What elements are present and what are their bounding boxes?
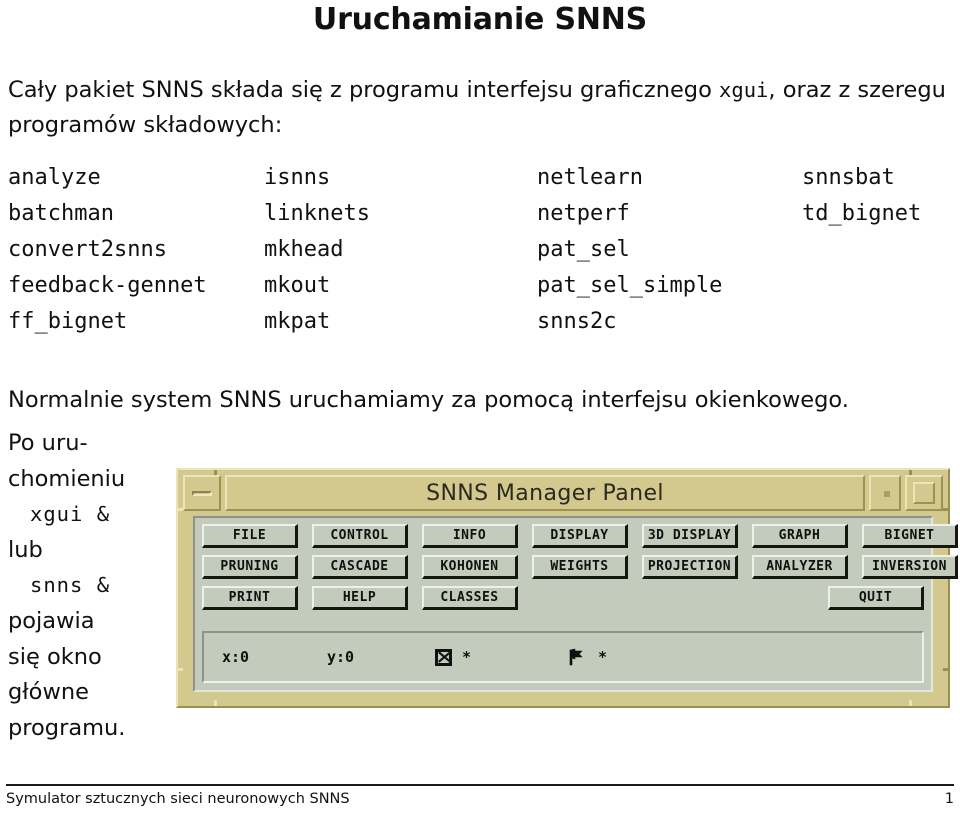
- program-name: td_bignet: [802, 201, 922, 226]
- resize-handle-bottom-left[interactable]: [214, 700, 217, 706]
- side-line: lub: [8, 536, 43, 563]
- resize-handle-left-bottom[interactable]: [178, 668, 183, 671]
- crossed-box-icon: [435, 648, 452, 666]
- maximize-button[interactable]: [905, 475, 943, 511]
- menu-button-projection[interactable]: PROJECTION: [642, 555, 738, 579]
- side-line: się okno: [8, 643, 102, 670]
- program-list: analyze isnns netlearn snnsbat batchman link…: [8, 160, 952, 340]
- program-name: pat_sel_simple: [537, 273, 723, 298]
- program-name: snnsbat: [802, 165, 895, 190]
- window-menu-indicator[interactable]: [869, 475, 901, 511]
- side-line-command-xgui: xgui &: [30, 502, 111, 527]
- side-line: chomieniu: [8, 465, 126, 492]
- snns-manager-panel-window: SNNS Manager Panel FILE CONTROL INFO DIS…: [176, 468, 958, 708]
- maximize-icon: [913, 482, 935, 504]
- flag-icon: [566, 647, 586, 667]
- program-name: mkpat: [264, 309, 331, 334]
- program-name: convert2snns: [8, 237, 167, 262]
- footer-left-text: Symulator sztucznych sieci neuronowych S…: [6, 791, 350, 807]
- menu-button-quit[interactable]: QUIT: [828, 586, 924, 610]
- status-y-coordinate: y:0: [327, 648, 355, 666]
- program-name: analyze: [8, 165, 101, 190]
- program-row: batchman linknets netperf td_bignet: [8, 196, 952, 232]
- side-line-command-snns: snns &: [30, 573, 111, 598]
- footer-divider: [6, 784, 954, 786]
- program-row: feedback-gennet mkout pat_sel_simple: [8, 268, 952, 304]
- menu-button-kohonen[interactable]: KOHONEN: [422, 555, 518, 579]
- program-row: analyze isnns netlearn snnsbat: [8, 160, 952, 196]
- program-name: mkhead: [264, 237, 344, 262]
- resize-handle-right-bottom[interactable]: [943, 668, 948, 671]
- side-line: główne: [8, 679, 89, 706]
- side-line: Po uru-: [8, 430, 88, 456]
- menu-button-3d-display[interactable]: 3D DISPLAY: [642, 524, 738, 548]
- program-name: feedback-gennet: [8, 273, 207, 298]
- program-name: isnns: [264, 165, 331, 190]
- program-name: mkout: [264, 273, 331, 298]
- program-name: netlearn: [537, 165, 643, 190]
- program-name: pat_sel: [537, 237, 630, 262]
- intro-text-part1: Cały pakiet SNNS składa się z programu i…: [8, 77, 720, 103]
- menu-row-2: PRUNING CASCADE KOHONEN WEIGHTS PROJECTI…: [202, 555, 958, 581]
- menu-button-print[interactable]: PRINT: [202, 586, 298, 610]
- menu-button-classes[interactable]: CLASSES: [422, 586, 518, 610]
- program-name: netperf: [537, 201, 630, 226]
- menu-button-display[interactable]: DISPLAY: [532, 524, 628, 548]
- program-row: ff_bignet mkpat snns2c: [8, 304, 952, 340]
- menu-button-weights[interactable]: WEIGHTS: [532, 555, 628, 579]
- menu-row-1: FILE CONTROL INFO DISPLAY 3D DISPLAY GRA…: [202, 524, 958, 550]
- menu-button-control[interactable]: CONTROL: [312, 524, 408, 548]
- minimize-button[interactable]: [183, 475, 221, 511]
- program-name: linknets: [264, 201, 370, 226]
- intro-paragraph: Cały pakiet SNNS składa się z programu i…: [8, 73, 952, 143]
- program-name: snns2c: [537, 309, 617, 334]
- window-titlebar: SNNS Manager Panel: [183, 475, 943, 511]
- menu-button-analyzer[interactable]: ANALYZER: [752, 555, 848, 579]
- status-star-1: *: [462, 648, 472, 666]
- program-name: ff_bignet: [8, 309, 128, 334]
- side-line: pojawia: [8, 607, 95, 634]
- program-name: batchman: [8, 201, 114, 226]
- menu-button-file[interactable]: FILE: [202, 524, 298, 548]
- page-title: Uruchamianie SNNS: [312, 2, 648, 37]
- intro-command-xgui: xgui: [719, 78, 769, 102]
- side-line: programu.: [8, 714, 126, 741]
- small-square-icon: [884, 491, 890, 497]
- resize-handle-bottom-right[interactable]: [909, 700, 912, 706]
- window-title: SNNS Manager Panel: [225, 475, 865, 511]
- program-row: convert2snns mkhead pat_sel: [8, 232, 952, 268]
- footer: Symulator sztucznych sieci neuronowych S…: [6, 791, 954, 807]
- menu-button-inversion[interactable]: INVERSION: [862, 555, 958, 579]
- menu-button-bignet[interactable]: BIGNET: [862, 524, 958, 548]
- side-column: Po uru- chomieniu xgui & lub snns & poja…: [8, 426, 168, 746]
- menu-button-pruning[interactable]: PRUNING: [202, 555, 298, 579]
- menu-button-info[interactable]: INFO: [422, 524, 518, 548]
- normalnie-paragraph: Normalnie system SNNS uruchamiamy za pom…: [8, 387, 849, 413]
- menu-button-help[interactable]: HELP: [312, 586, 408, 610]
- menu-button-cascade[interactable]: CASCADE: [312, 555, 408, 579]
- menu-row-3: PRINT HELP CLASSES QUIT: [202, 586, 924, 612]
- status-x-coordinate: x:0: [222, 648, 250, 666]
- menu-button-graph[interactable]: GRAPH: [752, 524, 848, 548]
- minimize-icon: [192, 491, 212, 496]
- resize-handle-right-top[interactable]: [943, 508, 948, 511]
- status-bar: x:0 y:0 * *: [202, 631, 924, 683]
- footer-page-number: 1: [944, 791, 954, 807]
- menu-row-3-spacer: [532, 586, 828, 612]
- status-star-2: *: [598, 648, 608, 666]
- window-client-area: FILE CONTROL INFO DISPLAY 3D DISPLAY GRA…: [193, 516, 958, 692]
